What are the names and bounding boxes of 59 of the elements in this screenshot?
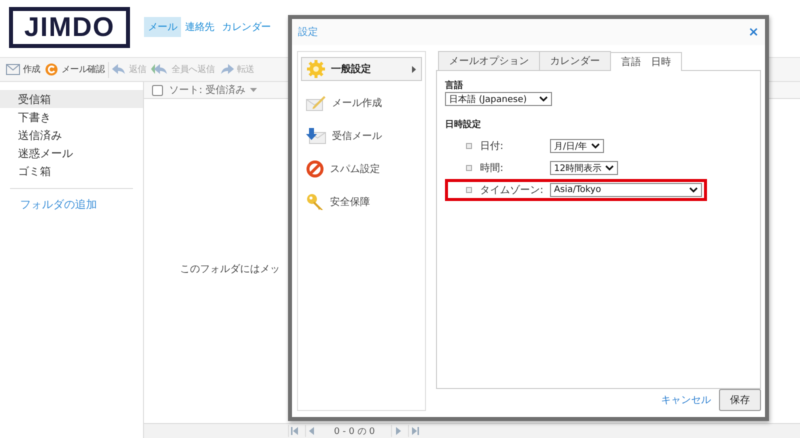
empty-message: このフォルダにはメッ bbox=[180, 264, 280, 275]
gear-icon bbox=[307, 60, 325, 78]
toolbar-button[interactable]: メール確認 bbox=[43, 62, 107, 77]
field-label: 時間: bbox=[480, 162, 504, 175]
cancel-link[interactable]: キャンセル bbox=[661, 393, 711, 407]
close-button[interactable]: × bbox=[748, 24, 759, 40]
page-count: 0 - 0 の 0 bbox=[333, 426, 376, 438]
bullet-icon bbox=[466, 165, 472, 171]
nav-tab[interactable]: カレンダー bbox=[218, 17, 275, 37]
folder-item[interactable]: ゴミ箱 bbox=[0, 162, 143, 180]
save-button[interactable]: 保存 bbox=[719, 389, 761, 411]
folder-item[interactable]: 受信箱 bbox=[0, 90, 143, 108]
key-icon bbox=[306, 193, 324, 211]
settings-menu-item[interactable]: スパム設定 bbox=[301, 158, 422, 180]
settings-tab[interactable]: カレンダー bbox=[539, 51, 611, 70]
folder-item[interactable]: 送信済み bbox=[0, 126, 143, 144]
chevron-down-icon bbox=[605, 165, 614, 171]
chevron-down-icon bbox=[689, 187, 698, 193]
language-select[interactable]: 日本語 (Japanese) bbox=[445, 92, 552, 106]
caret-icon bbox=[250, 88, 257, 92]
dropdown[interactable]: Asia/Tokyo bbox=[550, 183, 702, 197]
add-folder-link[interactable]: フォルダの追加 bbox=[0, 197, 143, 212]
field-label: 日付: bbox=[480, 140, 504, 153]
folder-item[interactable]: 下書き bbox=[0, 108, 143, 126]
reply-arrow-icon bbox=[112, 64, 126, 75]
settings-menu-item[interactable]: メール作成 bbox=[301, 92, 422, 114]
caret-icon bbox=[412, 66, 416, 72]
prohibited-icon bbox=[306, 160, 324, 178]
settings-menu-item[interactable]: 一般設定 bbox=[301, 57, 422, 81]
dialog-title: 設定 bbox=[298, 26, 318, 39]
refresh-icon bbox=[45, 63, 58, 76]
first-page-icon[interactable] bbox=[291, 427, 299, 435]
settings-tab[interactable]: メールオプション bbox=[438, 51, 540, 70]
settings-menu-item[interactable]: 受信メール bbox=[301, 125, 422, 147]
dropdown[interactable]: 12時間表示 bbox=[550, 161, 618, 175]
next-page-icon[interactable] bbox=[394, 427, 401, 435]
envelope-arrow-icon bbox=[306, 128, 326, 144]
field-label: タイムゾーン: bbox=[480, 184, 544, 197]
sort-dropdown[interactable]: ソート: 受信済み bbox=[169, 83, 257, 97]
nav-tab[interactable]: 連絡先 bbox=[181, 17, 218, 37]
settings-menu-item[interactable]: 安全保障 bbox=[301, 191, 422, 213]
reply-all-arrow-icon bbox=[151, 64, 168, 75]
folder-item[interactable]: 迷惑メール bbox=[0, 144, 143, 162]
dropdown[interactable]: 月/日/年 bbox=[550, 139, 604, 153]
envelope-pencil-icon bbox=[306, 95, 326, 111]
settings-tab[interactable]: 言語 日時 bbox=[610, 52, 682, 71]
logo: JIMDO bbox=[9, 7, 130, 48]
datetime-heading: 日時設定 bbox=[445, 118, 482, 131]
forward-arrow-icon bbox=[220, 64, 234, 75]
language-label: 言語 bbox=[445, 79, 464, 92]
toolbar-button[interactable]: 作成 bbox=[4, 62, 42, 77]
chevron-down-icon bbox=[591, 143, 600, 149]
last-page-icon[interactable] bbox=[410, 427, 419, 435]
envelope-icon bbox=[6, 64, 20, 75]
bullet-icon bbox=[466, 143, 472, 149]
previous-page-icon[interactable] bbox=[309, 427, 315, 435]
chevron-down-icon bbox=[539, 96, 548, 102]
bullet-icon bbox=[466, 187, 472, 193]
select-all-checkbox[interactable] bbox=[152, 84, 163, 96]
